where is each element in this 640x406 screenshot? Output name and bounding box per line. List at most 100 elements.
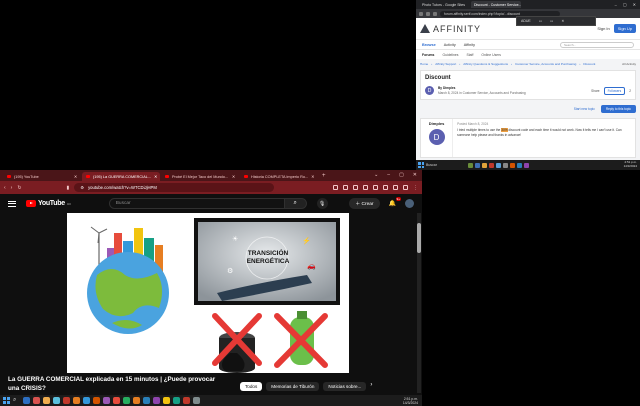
avatar[interactable]: D [425, 86, 434, 95]
popup-tab-icon[interactable]: ▭ [539, 19, 542, 23]
taskbar-app-icon[interactable] [83, 397, 91, 404]
taskbar-app-icon[interactable] [73, 397, 81, 404]
start-new-topic-link[interactable]: Start new topic [574, 107, 595, 111]
chip-noticias[interactable]: Noticias sobre... [323, 382, 367, 391]
close-tab-icon[interactable]: ✕ [74, 174, 77, 179]
scrollbar-thumb[interactable] [417, 223, 421, 253]
sign-up-button[interactable]: Sign Up [613, 24, 636, 33]
nav-activity[interactable]: Activity [444, 43, 456, 47]
taskbar-app-icon[interactable] [163, 397, 171, 404]
maximize-icon[interactable]: ▢ [623, 2, 627, 7]
taskbar-search[interactable]: Buscar [426, 163, 466, 167]
popup-close-icon[interactable]: ✕ [561, 19, 564, 23]
forward-icon[interactable] [426, 11, 430, 16]
extension-icon[interactable] [343, 184, 348, 190]
post-avatar[interactable]: D [428, 129, 445, 145]
youtube-tab-guerra-comercial[interactable]: (195) La GUERRA COMERCIAL... ✕ [82, 172, 160, 181]
reply-to-topic-button[interactable]: Reply to this topic [600, 105, 636, 113]
all-activity-link[interactable]: All Activity [622, 62, 636, 66]
affinity-tab-photo-tutors[interactable]: Photo Tutors - Google Sites [419, 1, 469, 8]
subnav-online-users[interactable]: Online Users [481, 53, 501, 57]
bookmark-icon[interactable]: ▮ [67, 185, 70, 191]
youtube-tab-taco[interactable]: Probé El Mejor Taco del Mundo... ✕ [161, 172, 239, 181]
taskbar-app-icon[interactable] [103, 397, 111, 404]
taskbar-app-icon[interactable] [133, 397, 141, 404]
reload-icon[interactable]: ↻ [17, 185, 21, 191]
breadcrumb-support[interactable]: Affinity Support [435, 62, 456, 66]
extension-icon[interactable] [393, 184, 398, 190]
taskbar-app-icon[interactable] [53, 397, 61, 404]
taskbar-app-icon[interactable] [93, 397, 101, 404]
taskbar-app-icon[interactable] [510, 162, 515, 168]
notifications-button[interactable]: 🔔 9+ [389, 197, 401, 207]
nav-affinity[interactable]: Affinity [464, 43, 475, 47]
share-button[interactable]: Share [591, 89, 600, 93]
close-tab-icon[interactable]: ✕ [154, 174, 157, 179]
taskbar-app-icon[interactable] [23, 397, 31, 404]
taskbar-app-icon[interactable] [173, 397, 181, 404]
taskbar-clock[interactable]: 2:51 p.m. 14/3/2024 [403, 397, 422, 405]
sign-in-link[interactable]: Sign In [597, 26, 609, 31]
breadcrumb-questions[interactable]: Affinity Questions & Suggestions [463, 62, 508, 66]
affinity-logo[interactable]: AFFINITY [420, 24, 481, 34]
new-tab-icon[interactable]: + [319, 173, 326, 179]
search-icon[interactable]: ⌕ [13, 397, 16, 404]
search-button[interactable]: ⌕ [284, 198, 307, 209]
chip-memorias-tiburon[interactable]: Memorias de Tiburón [266, 382, 320, 391]
close-icon[interactable]: ✕ [413, 172, 417, 178]
topic-author[interactable]: By Dimples [438, 86, 455, 90]
youtube-url-field[interactable]: ⚙ youtube.com/watch?v=WTCDiJjHPM [74, 183, 275, 192]
taskbar-app-icon[interactable] [123, 397, 131, 404]
taskbar-app-icon[interactable] [482, 162, 487, 168]
windows-start-icon[interactable] [3, 397, 10, 404]
taskbar-app-icon[interactable] [113, 397, 121, 404]
taskbar-app-icon[interactable] [524, 162, 529, 168]
subnav-forums[interactable]: Forums [422, 53, 434, 57]
taskbar-app-icon[interactable] [489, 162, 494, 168]
taskbar-app-icon[interactable] [153, 397, 161, 404]
back-icon[interactable] [419, 11, 423, 16]
close-tab-icon[interactable]: ✕ [232, 174, 235, 179]
taskbar-app-icon[interactable] [475, 162, 480, 168]
close-icon[interactable]: ✕ [633, 2, 636, 7]
windows-start-icon[interactable] [418, 162, 424, 168]
taskbar-app-icon[interactable] [496, 162, 501, 168]
taskbar-clock[interactable]: 2:51 p.m. 14/3/2024 [624, 161, 640, 168]
youtube-logo[interactable]: YouTube CO [26, 200, 71, 207]
chip-todos[interactable]: Todos [240, 382, 263, 391]
popup-tab-icon-2[interactable]: ▭ [550, 19, 553, 23]
voice-search-button[interactable]: 🎙 [316, 198, 328, 209]
taskbar-app-icon[interactable] [503, 162, 508, 168]
page-scrollbar[interactable] [417, 213, 421, 393]
forward-icon[interactable]: › [11, 185, 13, 191]
minimize-icon[interactable]: – [387, 172, 390, 178]
close-tab-icon[interactable]: ✕ [311, 174, 314, 179]
taskbar-app-icon[interactable] [43, 397, 51, 404]
breadcrumb-customer-service[interactable]: Customer Service, Accounts and Purchasin… [515, 62, 576, 66]
chevron-right-icon[interactable]: › [370, 382, 372, 391]
taskbar-app-icon[interactable] [33, 397, 41, 404]
taskbar-app-icon[interactable] [183, 397, 191, 404]
taskbar-app-icon[interactable] [468, 162, 473, 168]
subnav-staff[interactable]: Staff [466, 53, 473, 57]
subnav-guidelines[interactable]: Guidelines [442, 53, 458, 57]
follow-button[interactable]: Followers [603, 86, 626, 95]
post-author-name[interactable]: Dimples [429, 121, 445, 126]
search-input[interactable]: Buscar [108, 198, 285, 209]
avatar[interactable] [405, 199, 414, 208]
video-player[interactable]: TRANSICIÓN ENERGÉTICA ☀ ⚡ ⚙ 🚗 [67, 213, 349, 373]
extension-icon[interactable] [363, 184, 368, 190]
taskbar-app-icon[interactable] [143, 397, 151, 404]
breadcrumb-home[interactable]: Home [420, 62, 428, 66]
youtube-tab-home[interactable]: (195) YouTube ✕ [3, 172, 81, 181]
extension-icon[interactable] [403, 184, 408, 190]
nav-browse[interactable]: Browse [422, 43, 436, 47]
extension-icon[interactable] [383, 184, 388, 190]
tab-list-icon[interactable]: ⌄ [374, 172, 378, 178]
reload-icon[interactable] [433, 11, 437, 16]
site-info-icon[interactable]: ⚙ [80, 185, 84, 190]
taskbar-app-icon[interactable] [63, 397, 71, 404]
create-button[interactable]: ＋ Crear [349, 198, 380, 209]
extension-icon[interactable] [373, 184, 378, 190]
taskbar-app-icon[interactable] [517, 162, 522, 168]
